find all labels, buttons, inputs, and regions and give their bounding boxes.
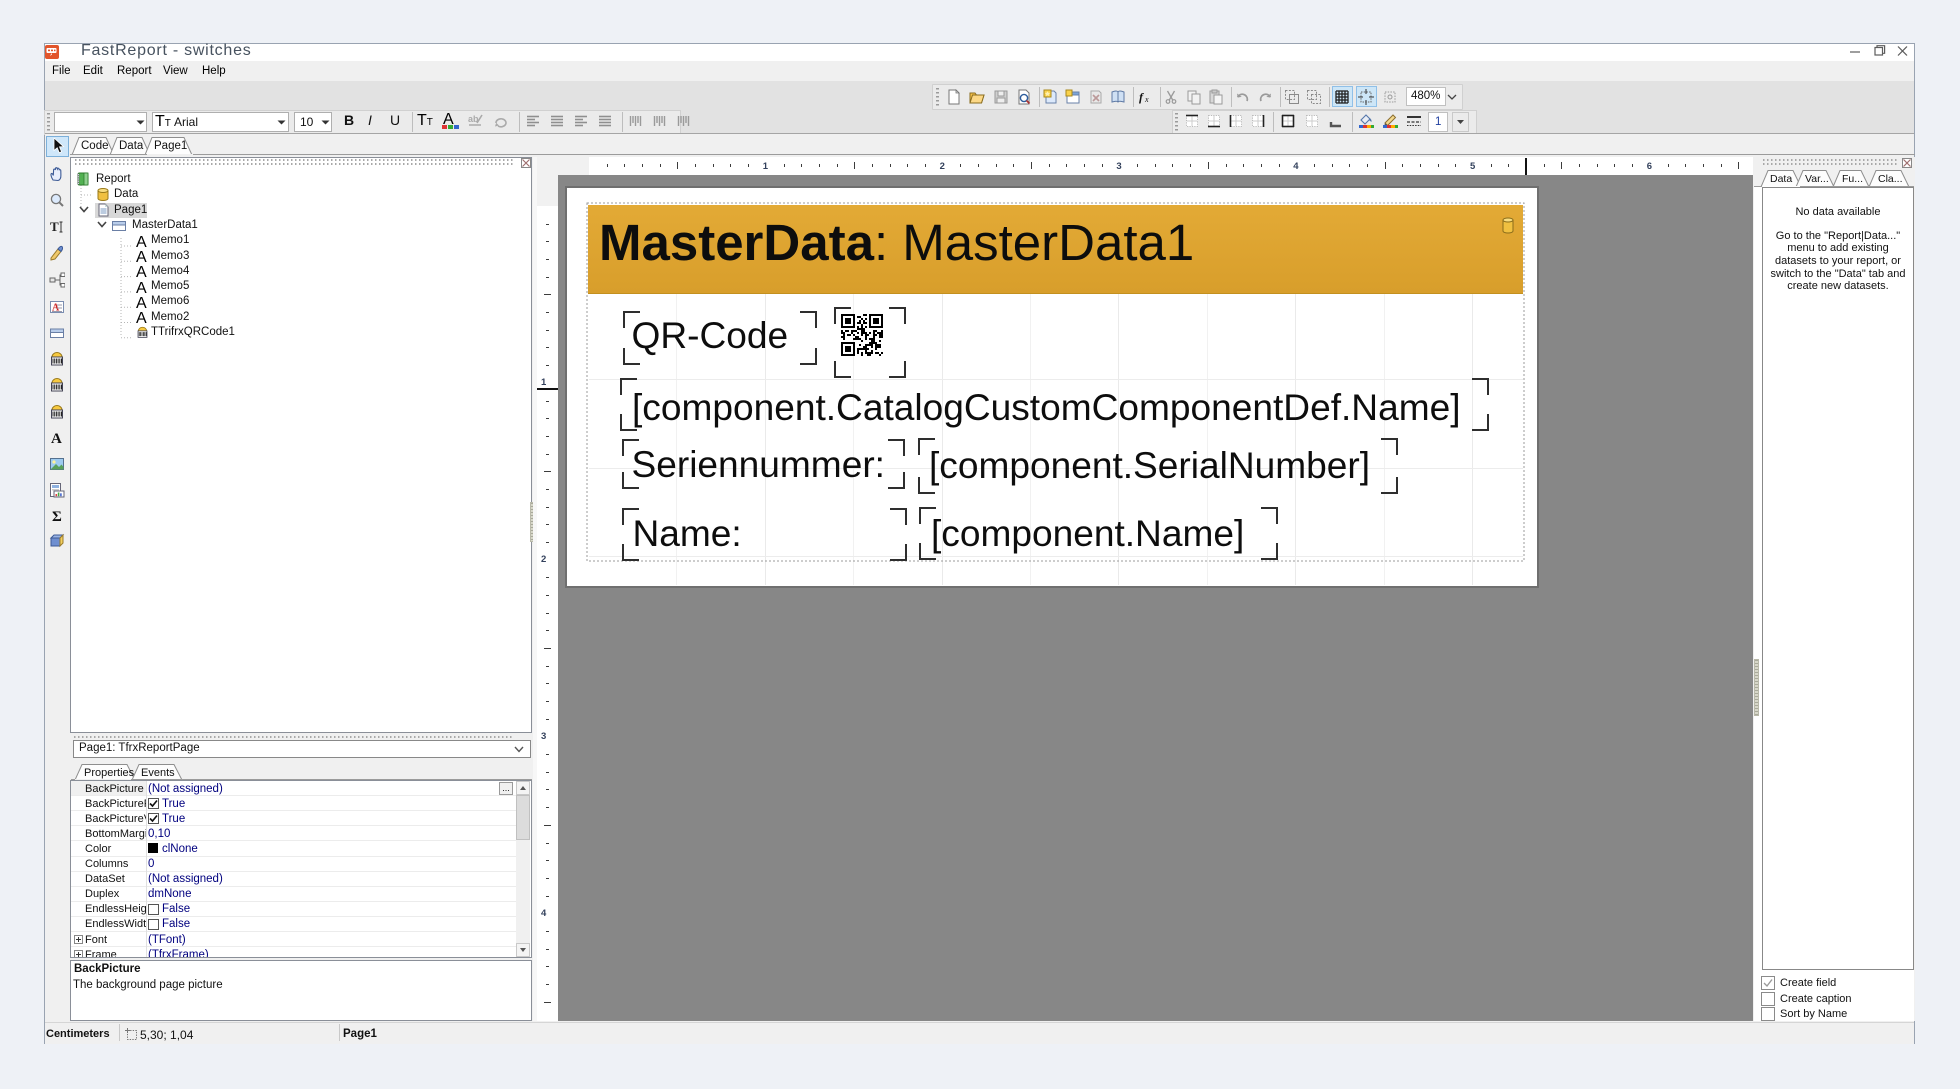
svg-text:x: x bbox=[1144, 95, 1149, 104]
svg-text:Σ: Σ bbox=[52, 509, 62, 524]
svg-text:T: T bbox=[50, 219, 59, 234]
svg-text:f: f bbox=[1139, 90, 1144, 104]
svg-text:A: A bbox=[51, 431, 62, 446]
